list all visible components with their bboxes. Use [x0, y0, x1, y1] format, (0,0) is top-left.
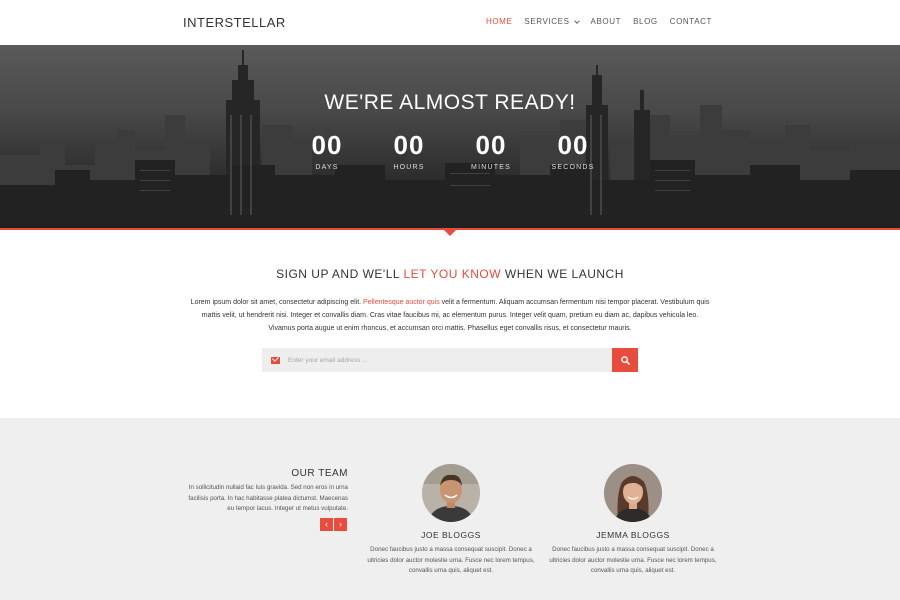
countdown-minutes-value: 00: [475, 130, 507, 160]
nav-contact-label: CONTACT: [669, 17, 712, 26]
nav-services-link[interactable]: SERVICES: [524, 17, 580, 26]
countdown-minutes-label: MINUTES: [471, 164, 511, 171]
nav-blog-link[interactable]: BLOG: [633, 17, 658, 26]
signup-heading-end: WHEN WE LAUNCH: [501, 267, 624, 281]
email-field-wrapper: [262, 348, 612, 372]
hero-banner: WE'RE ALMOST READY! 00 DAYS 00 HOURS 00 …: [0, 45, 900, 228]
team-title: OUR TEAM: [291, 468, 348, 479]
signup-body-link[interactable]: Pellentesque auctor quis: [363, 299, 440, 306]
hero-title: WE'RE ALMOST READY!: [324, 91, 576, 114]
main-menu: HOME SERVICES ABOUT BLOG CONTACT: [486, 17, 712, 26]
team-description: In sollicitudin nullaid fac Iuis gravida…: [188, 484, 348, 512]
nav-about-link[interactable]: ABOUT: [591, 17, 622, 26]
team-carousel-controls: ‹ ›: [320, 518, 347, 531]
team-member-card: JEMMA BLOGGS Donec faucibus justo a mass…: [543, 464, 723, 577]
brand-logo[interactable]: INTERSTELLAR: [183, 15, 286, 30]
envelope-icon: [271, 356, 280, 364]
countdown-seconds-label: SECONDS: [551, 164, 595, 171]
signup-heading-start: SIGN UP AND WE'LL: [276, 267, 404, 281]
woman-portrait-icon: [604, 464, 662, 522]
countdown-hours-label: HOURS: [393, 164, 425, 171]
chevron-right-icon: ›: [339, 519, 342, 529]
carousel-prev-button[interactable]: ‹: [320, 518, 333, 531]
nav-services-label: SERVICES: [524, 17, 570, 26]
countdown-hours-value: 00: [393, 130, 425, 160]
signup-heading: SIGN UP AND WE'LL LET YOU KNOW WHEN WE L…: [0, 267, 900, 281]
carousel-next-button[interactable]: ›: [334, 518, 347, 531]
avatar: [422, 464, 480, 522]
hero-notch-arrow: [443, 229, 457, 236]
team-member-name: JOE BLOGGS: [421, 530, 481, 540]
team-member-name: JEMMA BLOGGS: [596, 530, 670, 540]
countdown-hours: 00 HOURS: [368, 131, 450, 171]
team-member-bio: Donec faucibus justo a massa consequat s…: [549, 546, 717, 574]
submit-email-button[interactable]: [612, 348, 638, 372]
search-icon: [620, 355, 630, 365]
countdown-days-label: DAYS: [315, 164, 339, 171]
countdown-seconds: 00 SECONDS: [532, 131, 614, 171]
signup-heading-highlight: LET YOU KNOW: [403, 267, 502, 281]
email-input[interactable]: [288, 356, 588, 364]
email-signup-form: [262, 348, 638, 372]
nav-home-label: HOME: [485, 17, 513, 26]
countdown-minutes: 00 MINUTES: [450, 131, 532, 171]
nav-contact-link[interactable]: CONTACT: [670, 17, 712, 26]
chevron-down-icon: [573, 17, 580, 24]
countdown-days: 00 DAYS: [286, 131, 368, 171]
signup-description: Lorem ipsum dolor sit amet, consectetur …: [188, 296, 712, 335]
countdown-days-value: 00: [311, 130, 343, 160]
countdown-timer: 00 DAYS 00 HOURS 00 MINUTES 00 SECONDS: [286, 131, 614, 171]
man-portrait-icon: [422, 464, 480, 522]
chevron-left-icon: ‹: [325, 519, 328, 529]
signup-body-start: Lorem ipsum dolor sit amet, consectetur …: [190, 299, 364, 306]
top-navbar: INTERSTELLAR HOME SERVICES ABOUT BLOG CO…: [0, 0, 900, 45]
nav-blog-label: BLOG: [633, 17, 658, 26]
countdown-seconds-value: 00: [557, 130, 589, 160]
nav-home-link[interactable]: HOME: [486, 17, 512, 26]
team-member-bio: Donec faucibus justo a massa consequat s…: [367, 546, 535, 574]
team-member-card: JOE BLOGGS Donec faucibus justo a massa …: [361, 464, 541, 577]
team-section: OUR TEAM In sollicitudin nullaid fac Iui…: [0, 418, 900, 600]
avatar: [604, 464, 662, 522]
nav-about-label: ABOUT: [590, 17, 622, 26]
